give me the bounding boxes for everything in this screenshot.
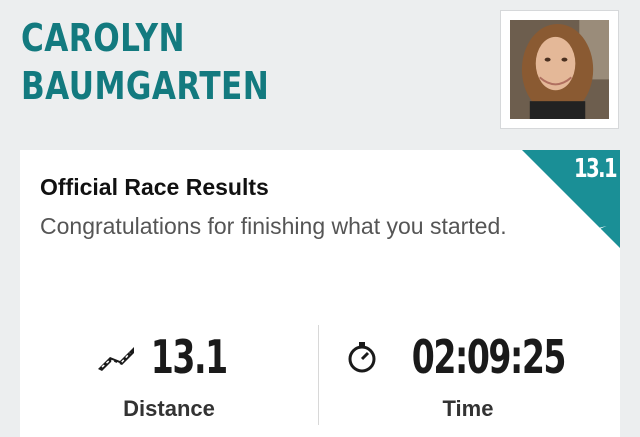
distance-stat: 13.1 Distance <box>20 330 318 422</box>
time-label: Time <box>442 396 494 421</box>
race-results-card[interactable]: 13.1 Official Race Results Congratulatio… <box>20 150 620 437</box>
distance-label: Distance <box>123 396 215 421</box>
half-marathon-badge: 13.1 <box>518 150 620 255</box>
profile-name: CAROLYN BAUMGARTEN <box>21 14 269 110</box>
time-stat: 02:09:25 Time <box>319 330 617 422</box>
avatar-photo <box>510 20 609 119</box>
stopwatch-icon <box>348 342 376 373</box>
card-title: Official Race Results <box>40 174 269 200</box>
card-subtitle: Congratulations for finishing what you s… <box>40 213 507 239</box>
badge-number: 13.1 <box>574 154 618 184</box>
distance-value: 13.1 <box>151 330 228 384</box>
road-icon <box>98 347 135 371</box>
swoosh-icon <box>518 225 607 255</box>
time-value: 02:09:25 <box>411 330 566 384</box>
profile-last-name: BAUMGARTEN <box>21 64 270 108</box>
avatar[interactable] <box>500 10 619 129</box>
profile-first-name: CAROLYN <box>21 16 185 60</box>
